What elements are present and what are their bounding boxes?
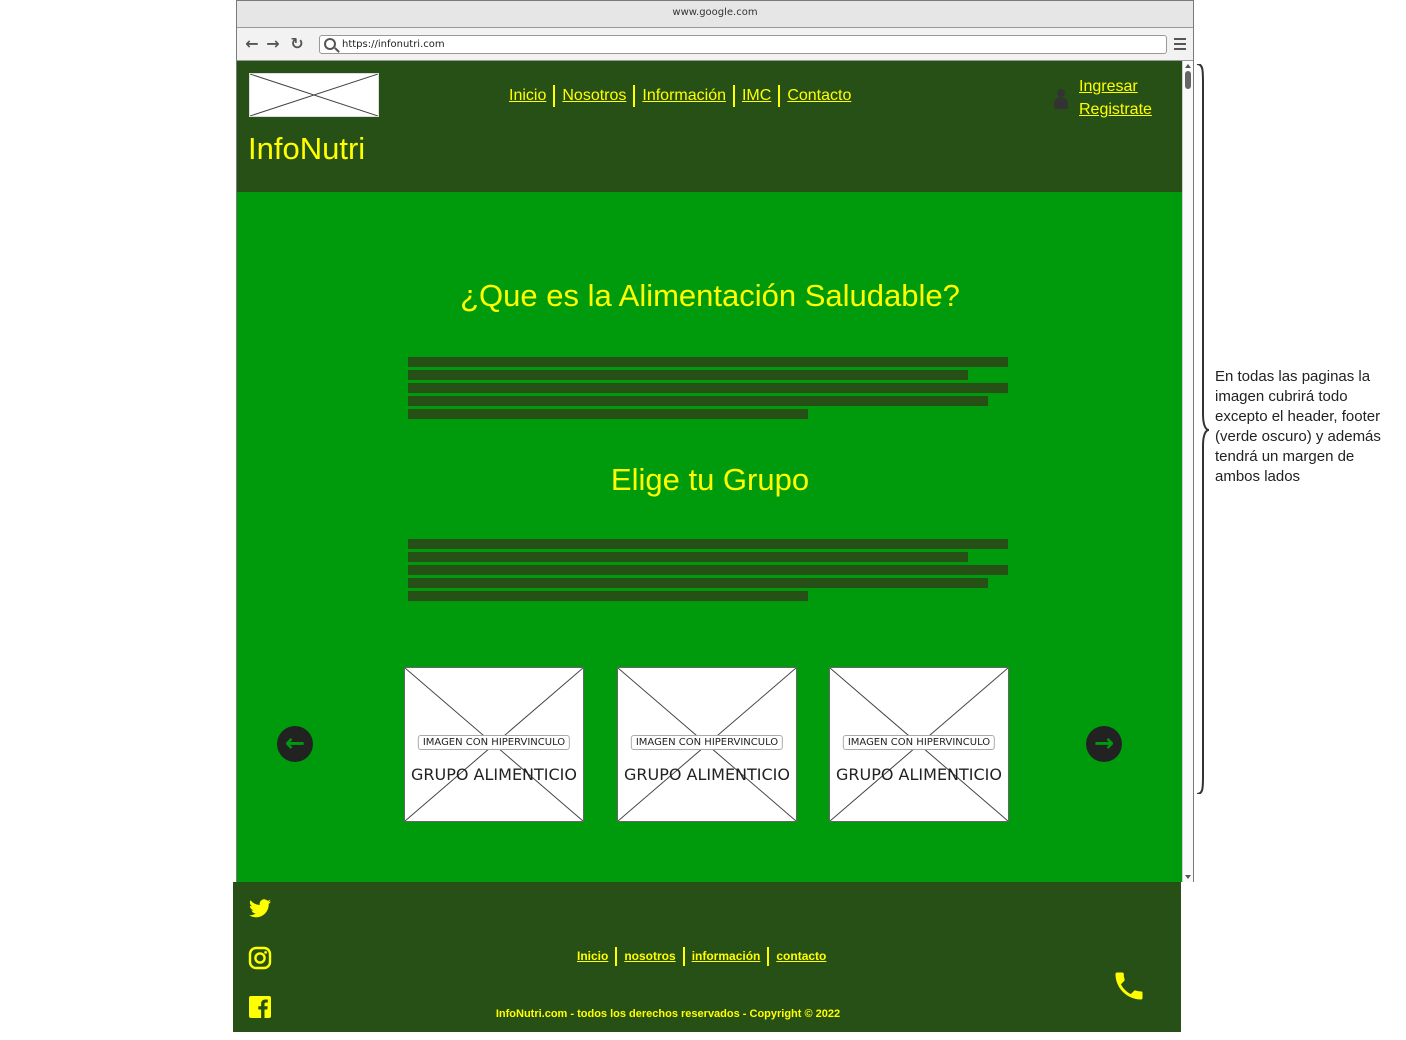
url-text: https://infonutri.com [342,39,445,50]
site-header: InfoNutri Inicio Nosotros Información IM… [237,61,1183,192]
arrow-left-icon: ← [284,729,306,757]
nav-inicio[interactable]: Inicio [509,87,546,105]
phone-icon[interactable] [1111,968,1147,1004]
site-name: InfoNutri [248,131,366,166]
scroll-thumb[interactable] [1185,71,1191,89]
main-nav: Inicio Nosotros Información IMC Contacto [509,83,851,109]
annotation-bracket [1196,64,1210,794]
card-badge: IMAGEN CON HIPERVINCULO [417,735,571,750]
reload-icon[interactable]: ↻ [288,36,306,52]
nav-nosotros[interactable]: Nosotros [562,87,626,105]
text-placeholder-2 [408,539,1008,604]
search-icon [324,38,336,50]
card-caption: GRUPO ALIMENTICIO [624,765,790,784]
nav-separator [615,946,618,966]
nav-imc[interactable]: IMC [742,87,771,105]
footer-nav-contacto[interactable]: contacto [776,949,826,963]
auth-links: Ingresar Registrate [1079,75,1152,121]
group-card[interactable]: IMAGEN CON HIPERVINCULO GRUPO ALIMENTICI… [829,667,1009,822]
register-link[interactable]: Registrate [1079,98,1152,121]
browser-title: www.google.com [237,1,1193,28]
card-badge: IMAGEN CON HIPERVINCULO [630,735,784,750]
card-caption: GRUPO ALIMENTICIO [411,765,577,784]
carousel-next-button[interactable]: → [1086,726,1122,762]
nav-separator [732,85,735,107]
hamburger-menu-icon[interactable] [1174,38,1186,50]
copyright-text: InfoNutri.com - todos los derechos reser… [495,1008,841,1020]
group-card[interactable]: IMAGEN CON HIPERVINCULO GRUPO ALIMENTICI… [617,667,797,822]
nav-separator [778,85,781,107]
main-content: ¿Que es la Alimentación Saludable? Elige… [237,192,1183,882]
nav-separator [633,85,636,107]
footer-nav-informacion[interactable]: información [692,949,761,963]
nav-separator [767,946,770,966]
browser-window: www.google.com ← → ↻ https://infonutri.c… [236,0,1194,882]
logo-placeholder [249,73,379,117]
nav-contacto[interactable]: Contacto [787,87,851,105]
twitter-icon[interactable] [248,897,272,921]
heading-healthy-eating: ¿Que es la Alimentación Saludable? [460,278,960,313]
card-caption: GRUPO ALIMENTICIO [836,765,1002,784]
heading-choose-group: Elige tu Grupo [610,462,810,497]
vertical-scrollbar[interactable] [1182,61,1193,882]
browser-toolbar: ← → ↻ https://infonutri.com [237,28,1193,61]
address-bar[interactable]: https://infonutri.com [319,35,1167,54]
annotation-note: En todas las paginas la imagen cubrirá t… [1215,368,1381,485]
card-badge: IMAGEN CON HIPERVINCULO [842,735,996,750]
group-card[interactable]: IMAGEN CON HIPERVINCULO GRUPO ALIMENTICI… [404,667,584,822]
forward-icon[interactable]: → [264,36,282,52]
text-placeholder-1 [408,357,1008,422]
nav-separator [682,946,685,966]
scroll-down-icon[interactable] [1185,875,1191,879]
page-viewport: InfoNutri Inicio Nosotros Información IM… [237,61,1183,882]
back-icon[interactable]: ← [243,36,261,52]
carousel-prev-button[interactable]: ← [277,726,313,762]
login-link[interactable]: Ingresar [1079,75,1152,98]
scroll-up-icon[interactable] [1185,64,1191,68]
footer-nav-nosotros[interactable]: nosotros [624,949,675,963]
footer-nav: Inicio nosotros información contacto [577,945,826,967]
footer-nav-inicio[interactable]: Inicio [577,949,608,963]
site-footer: Inicio nosotros información contacto Inf… [233,882,1181,1032]
nav-informacion[interactable]: Información [642,87,726,105]
nav-separator [553,85,556,107]
instagram-icon[interactable] [248,946,272,970]
arrow-right-icon: → [1093,729,1115,757]
user-icon [1054,89,1068,109]
